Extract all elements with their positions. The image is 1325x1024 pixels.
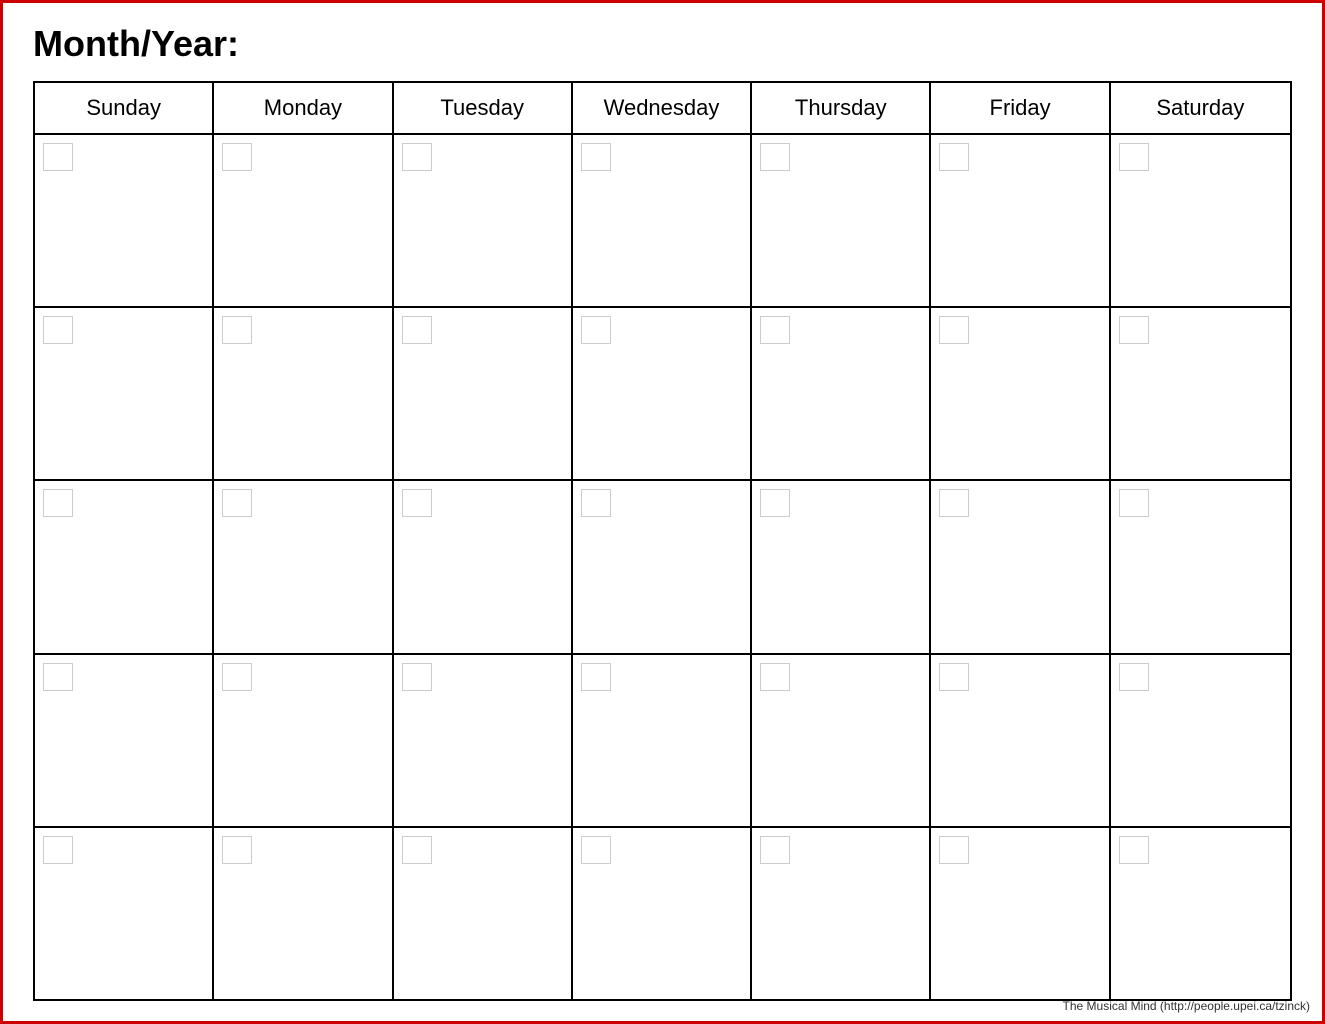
- header-day-saturday: Saturday: [1111, 83, 1290, 133]
- calendar: SundayMondayTuesdayWednesdayThursdayFrid…: [33, 81, 1292, 1001]
- date-number-box: [402, 663, 432, 691]
- calendar-cell: [35, 308, 214, 479]
- calendar-cell: [1111, 135, 1290, 306]
- calendar-cell: [35, 655, 214, 826]
- date-number-box: [43, 489, 73, 517]
- calendar-cell: [752, 828, 931, 999]
- page-container: Month/Year: SundayMondayTuesdayWednesday…: [3, 3, 1322, 1021]
- calendar-cell: [214, 308, 393, 479]
- calendar-row: [35, 135, 1290, 308]
- date-number-box: [939, 143, 969, 171]
- date-number-box: [1119, 836, 1149, 864]
- calendar-cell: [214, 828, 393, 999]
- calendar-cell: [394, 308, 573, 479]
- calendar-cell: [573, 481, 752, 652]
- date-number-box: [581, 836, 611, 864]
- calendar-row: [35, 308, 1290, 481]
- calendar-header: SundayMondayTuesdayWednesdayThursdayFrid…: [35, 83, 1290, 135]
- calendar-cell: [1111, 481, 1290, 652]
- date-number-box: [1119, 489, 1149, 517]
- date-number-box: [581, 663, 611, 691]
- date-number-box: [760, 489, 790, 517]
- calendar-cell: [573, 828, 752, 999]
- calendar-cell: [752, 481, 931, 652]
- calendar-cell: [394, 481, 573, 652]
- calendar-cell: [1111, 828, 1290, 999]
- date-number-box: [939, 663, 969, 691]
- date-number-box: [402, 143, 432, 171]
- calendar-cell: [573, 135, 752, 306]
- date-number-box: [939, 316, 969, 344]
- calendar-cell: [931, 135, 1110, 306]
- date-number-box: [939, 836, 969, 864]
- date-number-box: [222, 489, 252, 517]
- calendar-cell: [394, 828, 573, 999]
- calendar-cell: [931, 655, 1110, 826]
- header-day-sunday: Sunday: [35, 83, 214, 133]
- calendar-cell: [752, 135, 931, 306]
- date-number-box: [43, 316, 73, 344]
- calendar-cell: [1111, 655, 1290, 826]
- header-day-tuesday: Tuesday: [394, 83, 573, 133]
- date-number-box: [402, 489, 432, 517]
- calendar-row: [35, 481, 1290, 654]
- calendar-cell: [35, 481, 214, 652]
- calendar-cell: [573, 655, 752, 826]
- header-day-friday: Friday: [931, 83, 1110, 133]
- calendar-cell: [214, 481, 393, 652]
- calendar-cell: [214, 135, 393, 306]
- header-day-monday: Monday: [214, 83, 393, 133]
- date-number-box: [581, 143, 611, 171]
- date-number-box: [43, 836, 73, 864]
- calendar-cell: [573, 308, 752, 479]
- calendar-row: [35, 828, 1290, 999]
- date-number-box: [581, 489, 611, 517]
- date-number-box: [760, 836, 790, 864]
- calendar-cell: [931, 308, 1110, 479]
- date-number-box: [760, 143, 790, 171]
- header-day-thursday: Thursday: [752, 83, 931, 133]
- date-number-box: [760, 316, 790, 344]
- month-year-title: Month/Year:: [33, 23, 1292, 65]
- calendar-cell: [752, 655, 931, 826]
- calendar-body: [35, 135, 1290, 999]
- date-number-box: [222, 316, 252, 344]
- calendar-cell: [752, 308, 931, 479]
- date-number-box: [402, 836, 432, 864]
- date-number-box: [43, 663, 73, 691]
- calendar-cell: [931, 828, 1110, 999]
- date-number-box: [760, 663, 790, 691]
- footer-text: The Musical Mind (http://people.upei.ca/…: [1063, 999, 1310, 1013]
- date-number-box: [402, 316, 432, 344]
- date-number-box: [1119, 663, 1149, 691]
- calendar-cell: [1111, 308, 1290, 479]
- date-number-box: [581, 316, 611, 344]
- calendar-cell: [931, 481, 1110, 652]
- calendar-cell: [394, 655, 573, 826]
- calendar-cell: [35, 135, 214, 306]
- calendar-cell: [35, 828, 214, 999]
- calendar-cell: [394, 135, 573, 306]
- date-number-box: [222, 836, 252, 864]
- date-number-box: [222, 143, 252, 171]
- calendar-cell: [214, 655, 393, 826]
- date-number-box: [1119, 143, 1149, 171]
- date-number-box: [1119, 316, 1149, 344]
- date-number-box: [939, 489, 969, 517]
- date-number-box: [43, 143, 73, 171]
- calendar-row: [35, 655, 1290, 828]
- header-day-wednesday: Wednesday: [573, 83, 752, 133]
- date-number-box: [222, 663, 252, 691]
